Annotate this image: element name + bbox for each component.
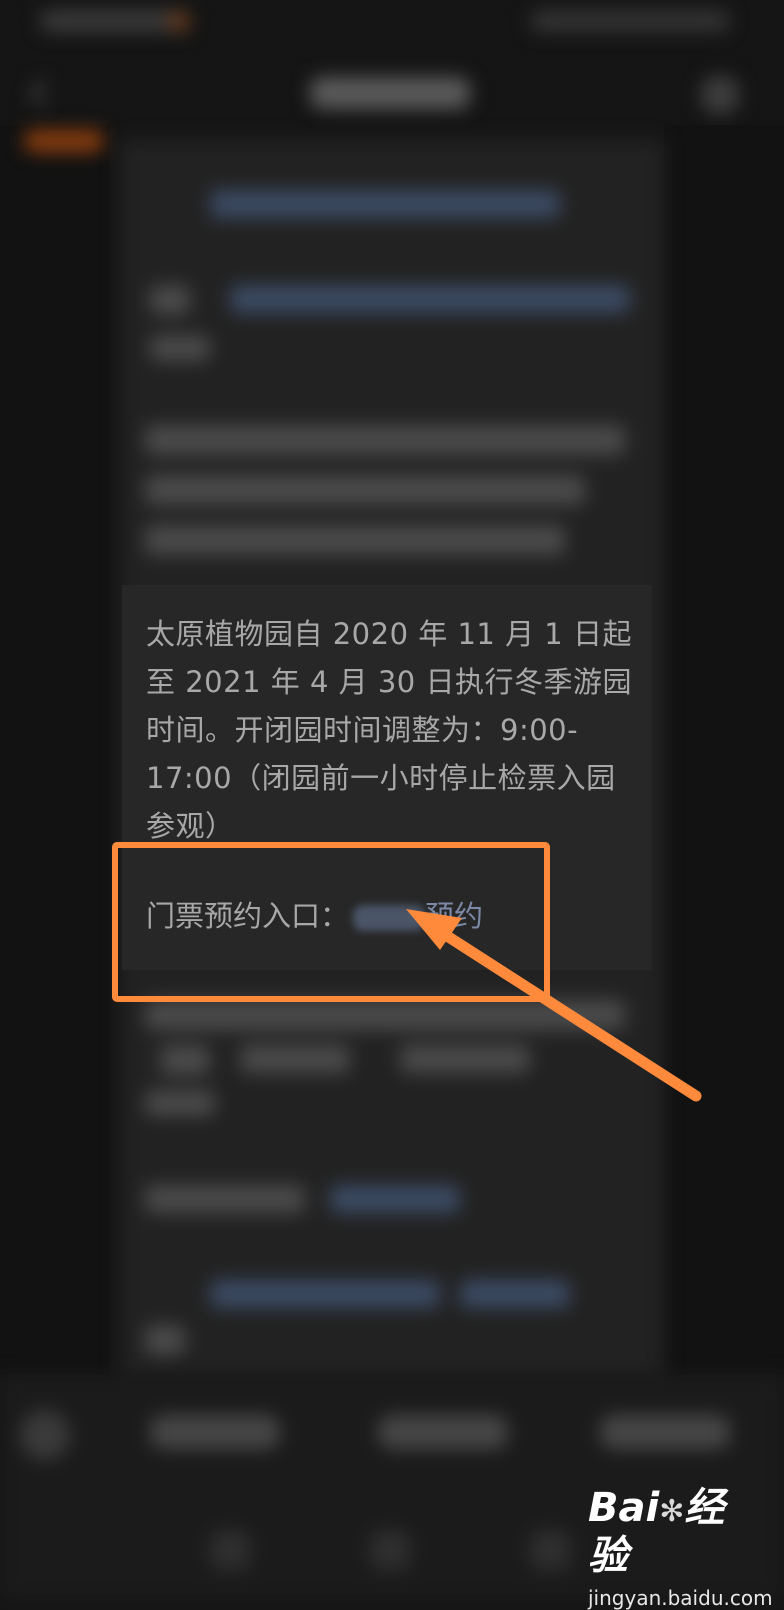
bottom-nav-item[interactable] [530,1530,570,1570]
bottom-nav-item[interactable] [370,1530,410,1570]
bottom-action-button[interactable] [378,1415,508,1449]
bottom-action-button[interactable] [150,1415,280,1449]
watermark-subtext: jingyan.baidu.com [588,1586,773,1610]
paw-icon: ✻ [659,1494,685,1529]
bottom-nav-item[interactable] [210,1530,250,1570]
baidu-jingyan-watermark: Bai✻经验 jingyan.baidu.com [588,1485,773,1610]
bottom-action-button[interactable] [600,1415,730,1449]
user-avatar-icon[interactable] [20,1410,70,1460]
watermark-logo: Bai [588,1485,660,1531]
annotation-arrow-icon [406,909,702,1102]
